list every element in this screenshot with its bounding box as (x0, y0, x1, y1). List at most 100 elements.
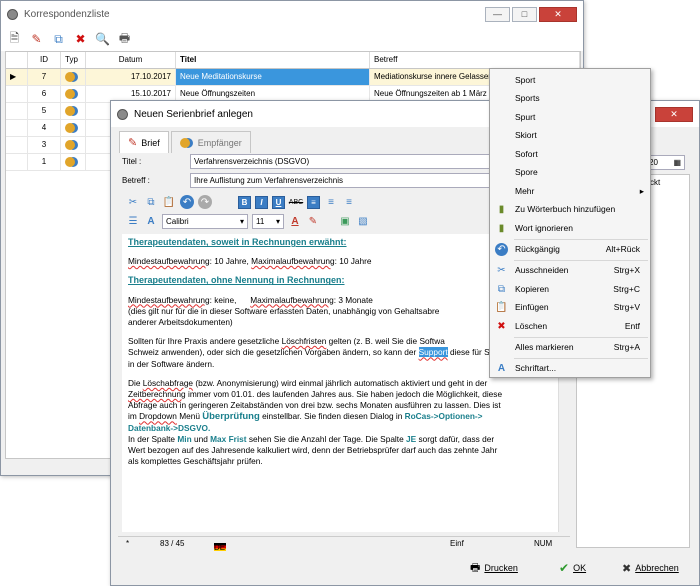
cut-icon[interactable]: ✂ (126, 195, 140, 209)
search-icon[interactable]: 🔍 (95, 32, 110, 47)
print-icon[interactable]: 🖶 (117, 31, 132, 47)
new-document-icon[interactable]: 🗎 (7, 31, 22, 47)
image-icon[interactable]: ▣ (338, 215, 352, 229)
menu-select-all[interactable]: Alles markieren Strg+A (490, 338, 650, 356)
highlight-icon[interactable]: ✎ (306, 215, 320, 229)
titel-label: Titel : (122, 157, 142, 166)
undo-icon[interactable]: ↶ (180, 195, 194, 209)
menu-suggestion[interactable]: Spurt (490, 108, 650, 126)
doc-text: Mindestaufbewahrung (128, 294, 210, 305)
cell-id: 3 (28, 137, 61, 153)
doc-text: Maximalaufbewahrung (250, 294, 334, 305)
menu-suggestion-label: Spurt (515, 112, 536, 122)
row-pointer-icon: ▶ (6, 69, 28, 85)
align-right-icon[interactable]: ≡ (342, 195, 356, 209)
titel-input[interactable]: Verfahrensverzeichnis (DSGVO) (190, 154, 490, 169)
cancel-label: Abbrechen (635, 563, 679, 573)
delete-icon: ✖ (497, 320, 506, 332)
menu-suggestion[interactable]: Sofort (490, 145, 650, 163)
doc-text: Maximalaufbewahrung (251, 256, 335, 267)
header-betreff[interactable]: Betreff (370, 52, 580, 68)
cell-titel[interactable]: Neue Meditationskurse (176, 69, 370, 85)
align-center-icon[interactable]: ≡ (324, 195, 338, 209)
cell-id: 5 (28, 103, 61, 119)
header-id[interactable]: ID (28, 52, 61, 68)
maximize-button[interactable]: □ (512, 6, 537, 22)
menu-copy[interactable]: ⧉ Kopieren Strg+C (490, 280, 650, 298)
menu-ignore-word[interactable]: ▮ Wort ignorieren (490, 219, 650, 237)
menu-paste-label: Einfügen (515, 302, 549, 312)
underline-button[interactable]: U (272, 195, 285, 209)
doc-text: Datenbank->DSGVO. (128, 422, 211, 433)
header-titel[interactable]: Titel (176, 52, 370, 68)
bold-button[interactable]: B (238, 195, 251, 209)
menu-suggestion[interactable]: Skiort (490, 126, 650, 144)
print-icon: 🖶 (470, 561, 481, 574)
dialog-close-button[interactable]: ✕ (655, 106, 693, 122)
italic-button[interactable]: I (255, 195, 268, 209)
status-modified: * (126, 538, 130, 548)
close-button[interactable]: ✕ (539, 6, 577, 22)
menu-add-dictionary[interactable]: ▮ Zu Wörterbuch hinzufügen (490, 200, 650, 218)
font-name-select[interactable]: Calibri ▾ (162, 214, 248, 229)
menu-cut-label: Ausschneiden (515, 265, 569, 275)
status-numlock: NUM (534, 538, 553, 548)
doc-text: Menü (176, 411, 203, 422)
ok-button[interactable]: ✔ OK (555, 558, 590, 578)
menu-mehr[interactable]: Mehr ▸ (490, 182, 650, 200)
menu-font[interactable]: A Schriftart... (490, 359, 650, 377)
menu-suggestion[interactable]: Sport (490, 71, 650, 89)
doc-text: Min (177, 433, 192, 444)
doc-text: im (128, 411, 140, 422)
cell-id: 6 (28, 86, 61, 102)
tab-brief[interactable]: ✎ Brief (119, 131, 169, 153)
screen-icon[interactable]: ▧ (356, 215, 370, 229)
right-panel-text: ckt (650, 178, 661, 187)
menu-copy-shortcut: Strg+C (613, 284, 640, 294)
minimize-button[interactable]: — (485, 6, 510, 22)
menu-suggestion-label: Skiort (515, 130, 537, 140)
cancel-button[interactable]: ✖ Abbrechen (618, 558, 683, 578)
font-color-icon[interactable]: A (288, 215, 302, 229)
strikethrough-icon[interactable]: ABC (289, 195, 303, 209)
menu-delete[interactable]: ✖ Löschen Entf (490, 317, 650, 335)
delete-icon[interactable]: ✖ (73, 32, 88, 47)
font-name-value: Calibri (166, 217, 189, 226)
header-datum[interactable]: Datum (86, 52, 176, 68)
redo-icon[interactable]: ↷ (198, 195, 212, 209)
spellcheck-context-menu: Sport Sports Spurt Skiort Sofort Spore M… (489, 68, 651, 378)
menu-add-dictionary-label: Zu Wörterbuch hinzufügen (515, 204, 616, 214)
list-window-titlebar[interactable]: Korrespondenzliste — □ ✕ (1, 1, 583, 27)
menu-paste[interactable]: 📋 Einfügen Strg+V (490, 298, 650, 316)
menu-cut[interactable]: ✂ Ausschneiden Strg+X (490, 261, 650, 279)
paste-icon[interactable]: 📋 (162, 195, 176, 209)
menu-suggestion[interactable]: Sports (490, 89, 650, 107)
doc-text: gelten (z. B. weil Sie die Softwa (326, 336, 445, 347)
date-picker[interactable]: 20 ▦ (645, 155, 685, 170)
menu-suggestion[interactable]: Spore (490, 163, 650, 181)
betreff-input[interactable]: Ihre Auflistung zum Verfahrensverzeichni… (190, 173, 490, 188)
doc-text: RoCas->Optionen-> (404, 411, 483, 422)
type-icon (61, 103, 86, 119)
cell-id: 1 (28, 154, 61, 170)
type-icon (61, 154, 86, 170)
doc-text: und (191, 433, 211, 444)
header-indicator (6, 52, 28, 68)
font-size-select[interactable]: 11 ▾ (252, 214, 284, 229)
tab-empfaenger[interactable]: Empfänger (170, 131, 251, 153)
print-button[interactable]: 🖶 Drucken (466, 558, 522, 578)
status-position: 83 / 45 (160, 538, 185, 548)
edit-icon[interactable]: ✎ (29, 32, 44, 47)
copy-icon[interactable]: ⧉ (51, 32, 66, 47)
menu-undo[interactable]: ↶ Rückgängig Alt+Rück (490, 240, 650, 258)
list-icon[interactable]: ☰ (126, 215, 140, 229)
align-left-button[interactable]: ≡ (307, 195, 320, 209)
doc-text: Wert bezogen auf des Jahresende kalkulie… (128, 445, 498, 456)
font-style-icon[interactable]: A (144, 215, 158, 229)
selected-misspelled-word[interactable]: Support (418, 347, 448, 358)
header-typ[interactable]: Typ (61, 52, 86, 68)
menu-suggestion-label: Spore (515, 167, 538, 177)
cell-id: 4 (28, 120, 61, 136)
font-size-value: 11 (256, 217, 265, 226)
copy-icon[interactable]: ⧉ (144, 195, 158, 209)
